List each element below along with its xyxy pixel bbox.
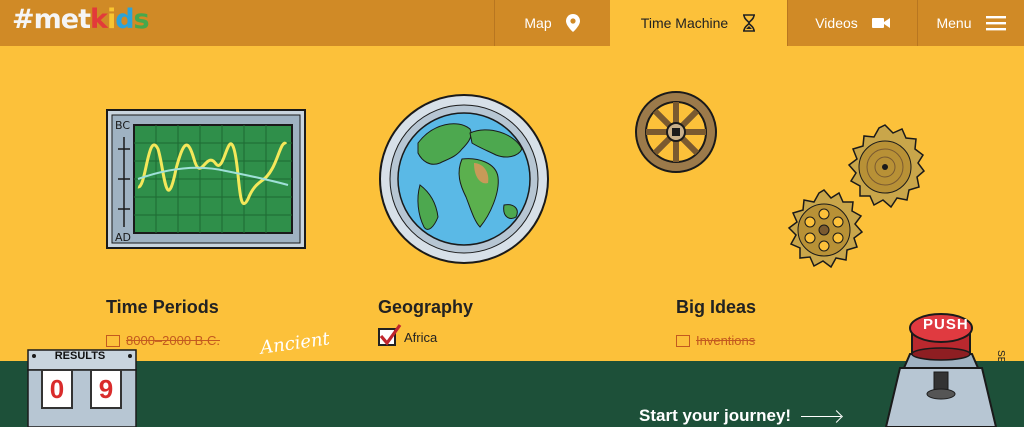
video-camera-icon [871, 18, 890, 28]
geography-heading: Geography [378, 297, 474, 317]
start-journey-label: Start your journey! [639, 406, 792, 425]
nav-videos-label: Videos [815, 15, 858, 31]
footer-bar [0, 361, 1024, 427]
big-idea-option[interactable]: Inventions [676, 333, 755, 348]
big-idea-checkbox[interactable] [676, 334, 690, 347]
push-label[interactable]: PUSH [923, 316, 969, 333]
map-pin-icon [565, 14, 580, 32]
nav-menu[interactable]: Menu [917, 0, 1024, 46]
hamburger-menu-icon [985, 16, 1006, 31]
start-journey-button[interactable]: Start your journey! [639, 406, 842, 426]
time-period-option-label: 8000–2000 B.C. [126, 333, 220, 348]
nav-menu-label: Menu [936, 15, 972, 31]
hourglass-icon [743, 14, 756, 32]
checkmark-icon [379, 324, 402, 346]
big-ideas-heading: Big Ideas [676, 297, 757, 317]
time-periods-heading: Time Periods [106, 297, 219, 317]
nav-time-machine[interactable]: Time Machine [610, 0, 787, 46]
monitor-ad-label: AD [115, 231, 131, 244]
metkids-logo[interactable]: #metkids [12, 4, 150, 35]
results-digit-ones: 9 [90, 369, 122, 409]
nav-map[interactable]: Map [494, 0, 609, 46]
geography-option-africa[interactable]: Africa [378, 324, 438, 346]
time-periods-monitor-illustration[interactable]: BC AD [106, 109, 306, 249]
africa-checkbox[interactable] [378, 324, 402, 346]
top-nav-bar: #metkids Map Time Machine Videos Menu [0, 0, 1024, 46]
results-label: RESULTS [54, 350, 106, 362]
gear-wheel-icon[interactable] [630, 88, 722, 176]
results-digit-tens: 0 [41, 369, 73, 409]
time-period-checkbox[interactable] [106, 334, 120, 347]
big-idea-option-label: Inventions [696, 333, 756, 348]
time-period-option[interactable]: 8000–2000 B.C. [106, 333, 220, 348]
nav-map-label: Map [524, 15, 552, 31]
africa-label: Africa [404, 329, 438, 345]
arrow-right-icon [801, 415, 842, 417]
monitor-bc-label: BC [115, 119, 130, 132]
geography-globe-illustration[interactable] [378, 93, 550, 265]
nav-videos[interactable]: Videos [787, 0, 917, 46]
handwritten-ancient-label: Ancient [258, 328, 332, 359]
nav-time-machine-label: Time Machine [640, 15, 729, 31]
gear-holes-icon[interactable] [782, 188, 866, 272]
